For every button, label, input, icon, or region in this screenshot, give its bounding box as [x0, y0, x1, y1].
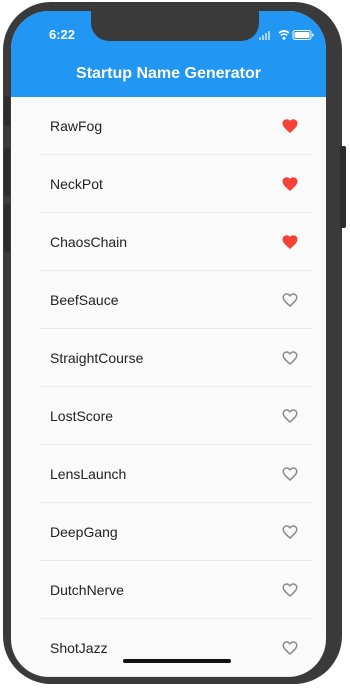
silent-switch — [4, 96, 10, 126]
startup-name: ShotJazz — [50, 640, 108, 656]
startup-name: BeefSauce — [50, 292, 119, 308]
startup-name: DeepGang — [50, 524, 118, 540]
app-bar: 6:22 Startup Name Generator — [11, 11, 326, 97]
favorite-icon[interactable] — [281, 117, 299, 135]
status-icons — [259, 30, 314, 40]
power-button — [340, 146, 346, 228]
startup-name: LensLaunch — [50, 466, 127, 482]
startup-name: RawFog — [50, 118, 103, 134]
startup-name: NeckPot — [50, 176, 103, 192]
wifi-icon — [278, 30, 290, 40]
favorite-border-icon[interactable] — [281, 581, 299, 599]
status-time: 6:22 — [49, 27, 76, 42]
list-item[interactable]: ShotJazz — [11, 619, 326, 677]
favorite-border-icon[interactable] — [281, 465, 299, 483]
home-indicator[interactable] — [123, 659, 231, 663]
notch — [91, 11, 259, 41]
divider — [39, 676, 312, 677]
list-item[interactable]: NeckPot — [11, 155, 326, 213]
favorite-border-icon[interactable] — [281, 349, 299, 367]
startup-name: LostScore — [50, 408, 114, 424]
screen: 6:22 Startup Name Generator RawFog NeckPo… — [11, 11, 326, 677]
startup-name: DutchNerve — [50, 582, 124, 598]
list-item[interactable]: DeepGang — [11, 503, 326, 561]
startup-name: ChaosChain — [50, 234, 128, 250]
volume-down-button — [4, 204, 10, 252]
favorite-border-icon[interactable] — [281, 407, 299, 425]
favorite-border-icon[interactable] — [281, 523, 299, 541]
battery-icon — [292, 30, 314, 40]
list-item[interactable]: RawFog — [11, 97, 326, 155]
list-item[interactable]: LensLaunch — [11, 445, 326, 503]
list-item[interactable]: DutchNerve — [11, 561, 326, 619]
cellular-signal-icon — [259, 31, 270, 40]
volume-up-button — [4, 148, 10, 196]
favorite-icon[interactable] — [281, 233, 299, 251]
favorite-border-icon[interactable] — [281, 639, 299, 657]
startup-name-list: RawFog NeckPot ChaosChain BeefSauce Straight… — [11, 97, 326, 677]
list-item[interactable]: StraightCourse — [11, 329, 326, 387]
list-item[interactable]: BeefSauce — [11, 271, 326, 329]
startup-name: StraightCourse — [50, 350, 144, 366]
app-title: Startup Name Generator — [76, 65, 261, 82]
favorite-border-icon[interactable] — [281, 291, 299, 309]
list-item[interactable]: LostScore — [11, 387, 326, 445]
list-item[interactable]: ChaosChain — [11, 213, 326, 271]
favorite-icon[interactable] — [281, 175, 299, 193]
